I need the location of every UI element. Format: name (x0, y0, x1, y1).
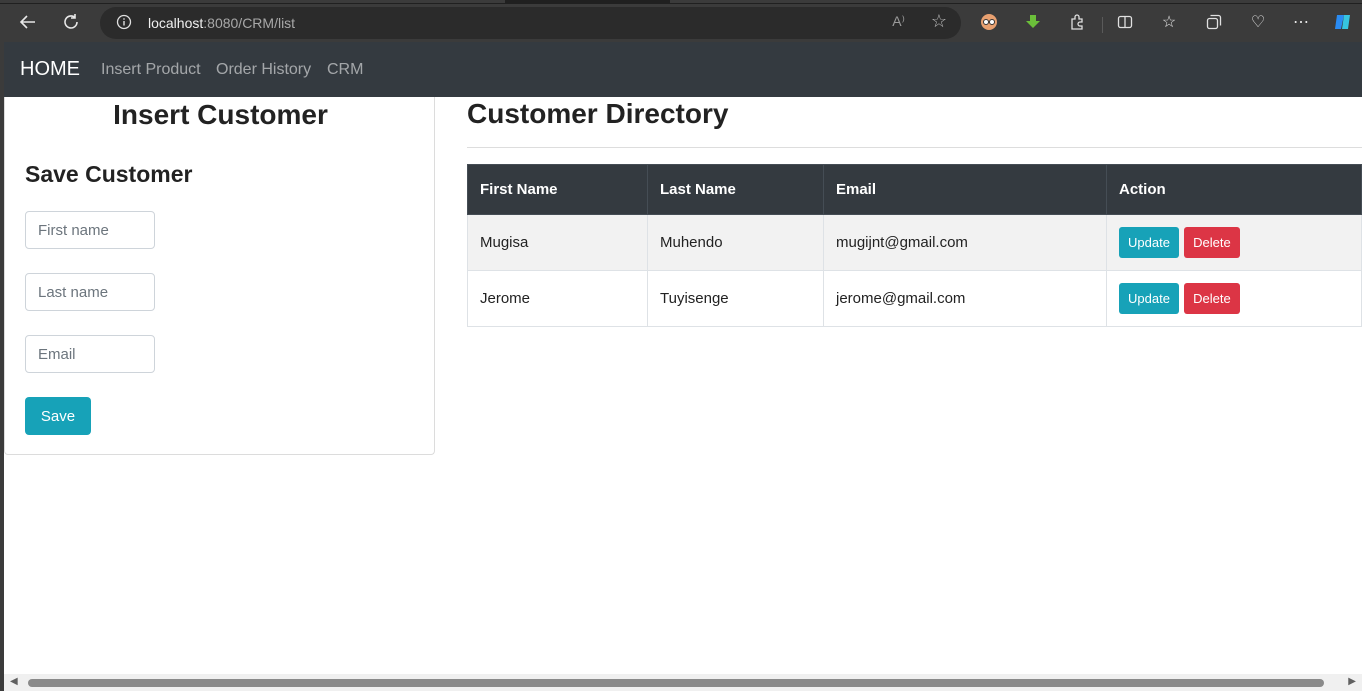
divider (467, 147, 1362, 148)
nav-link-crm[interactable]: CRM (327, 42, 363, 97)
delete-button[interactable]: Delete (1184, 283, 1240, 314)
url-text: localhost:8080/CRM/list (148, 15, 296, 31)
copilot-icon[interactable] (1328, 7, 1358, 37)
cell-action: Update Delete (1106, 270, 1362, 327)
toolbar-divider (1102, 17, 1103, 33)
column-header-email: Email (823, 164, 1107, 215)
customer-table: First Name Last Name Email Action Mugisa… (467, 164, 1362, 327)
first-name-input[interactable] (25, 211, 155, 249)
delete-button[interactable]: Delete (1184, 227, 1240, 258)
scroll-right-arrow-icon[interactable]: ▶ (1348, 676, 1356, 687)
browser-essentials-icon[interactable]: ♡ (1243, 7, 1273, 37)
save-customer-heading: Save Customer (25, 161, 193, 187)
download-icon[interactable] (1018, 7, 1048, 37)
split-screen-icon[interactable] (1110, 7, 1140, 37)
collections-icon[interactable] (1199, 7, 1229, 37)
browser-toolbar: localhost:8080/CRM/list A⁾ ☆ ☆ ♡ ⋯ (0, 4, 1362, 42)
table-header-row: First Name Last Name Email Action (467, 164, 1362, 215)
cell-email: jerome@gmail.com (823, 270, 1107, 327)
back-icon[interactable] (13, 7, 43, 37)
cell-action: Update Delete (1106, 214, 1362, 271)
cell-last-name: Tuyisenge (647, 270, 824, 327)
insert-customer-title: Insert Customer (113, 99, 328, 130)
customer-directory-title: Customer Directory (467, 98, 729, 129)
navbar-brand-home[interactable]: HOME (20, 42, 80, 97)
scroll-left-arrow-icon[interactable]: ◀ (10, 676, 18, 687)
update-button[interactable]: Update (1119, 283, 1179, 314)
nav-link-insert-product[interactable]: Insert Product (101, 42, 201, 97)
info-icon[interactable] (116, 14, 132, 30)
refresh-icon[interactable] (56, 7, 86, 37)
scrollbar-thumb[interactable] (28, 679, 1324, 687)
update-button[interactable]: Update (1119, 227, 1179, 258)
more-icon[interactable]: ⋯ (1286, 7, 1316, 37)
address-bar[interactable]: localhost:8080/CRM/list A⁾ ☆ (100, 7, 961, 39)
column-header-action: Action (1106, 164, 1362, 215)
column-header-first-name: First Name (467, 164, 648, 215)
navbar: HOME Insert Product Order History CRM (4, 42, 1362, 97)
horizontal-scrollbar[interactable]: ◀ ▶ (4, 674, 1362, 691)
nav-link-order-history[interactable]: Order History (216, 42, 311, 97)
save-button[interactable]: Save (25, 397, 91, 435)
browser-tab[interactable] (0, 0, 505, 3)
column-header-last-name: Last Name (647, 164, 824, 215)
insert-customer-card: Insert Customer Save Customer Save (4, 97, 435, 455)
cell-email: mugijnt@gmail.com (823, 214, 1107, 271)
profile-icon[interactable] (974, 7, 1004, 37)
table-row: Jerome Tuyisenge jerome@gmail.com Update… (467, 270, 1362, 327)
favorites-icon[interactable]: ☆ (1154, 7, 1184, 37)
email-input[interactable] (25, 335, 155, 373)
last-name-input[interactable] (25, 273, 155, 311)
page-viewport: HOME Insert Product Order History CRM In… (4, 42, 1362, 691)
cell-last-name: Muhendo (647, 214, 824, 271)
table-row: Mugisa Muhendo mugijnt@gmail.com Update … (467, 214, 1362, 271)
cell-first-name: Jerome (467, 270, 648, 327)
read-aloud-icon[interactable]: A⁾ (892, 13, 905, 30)
cell-first-name: Mugisa (467, 214, 648, 271)
extensions-icon[interactable] (1062, 7, 1092, 37)
favorite-star-icon[interactable]: ☆ (931, 11, 947, 32)
browser-tab[interactable] (670, 0, 1362, 3)
